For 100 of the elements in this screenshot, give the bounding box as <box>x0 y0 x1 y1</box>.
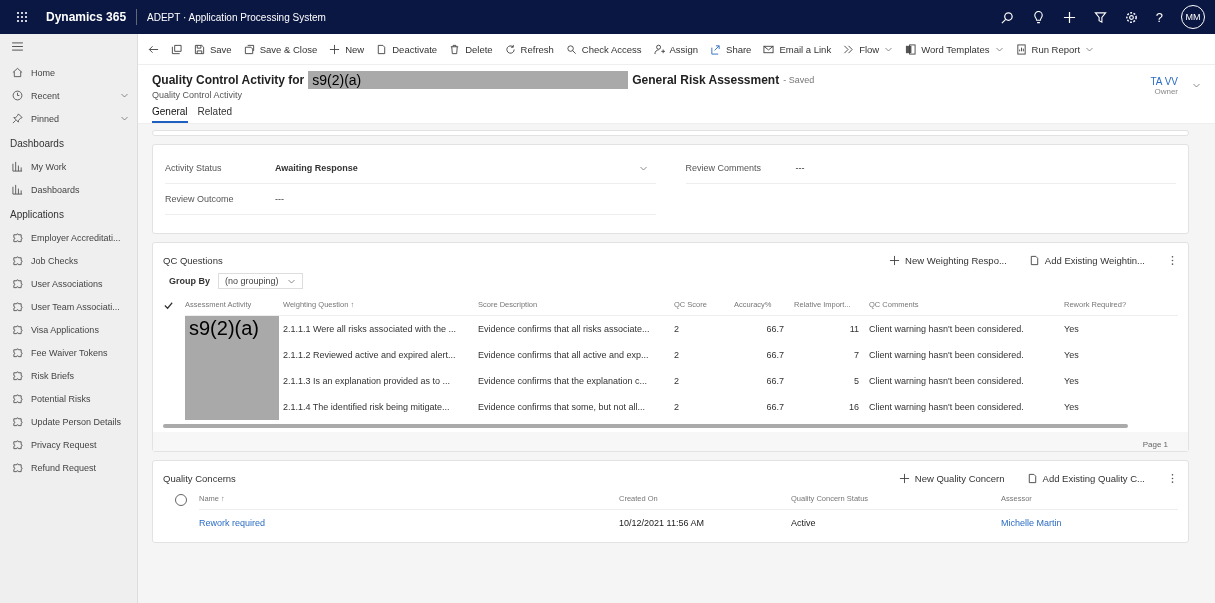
plus-icon <box>329 43 341 55</box>
table-cell-text: 66.7 <box>765 401 785 414</box>
sidebar-item[interactable]: Visa Applications <box>8 318 137 341</box>
sidebar-item-label: Employer Accreditati... <box>31 232 122 243</box>
command-button[interactable]: Email a Link <box>763 41 832 57</box>
command-button[interactable]: New Quality Concern <box>898 470 1005 486</box>
table-cell-text: 66.7 <box>765 375 785 388</box>
sidebar-item-label: Privacy Request <box>31 439 98 450</box>
sidebar-item[interactable]: Recent <box>8 84 137 107</box>
sidebar-item[interactable]: Fee Waiver Tokens <box>8 341 137 364</box>
field-label: Review Comments <box>685 163 763 173</box>
sidebar-item[interactable]: Home <box>8 61 137 84</box>
table-cell-text: Client warning hasn't been considered. <box>869 349 1025 362</box>
puzzle-icon <box>12 232 23 243</box>
command-button[interactable]: New <box>329 41 365 57</box>
sidebar-item[interactable]: Update Person Details <box>8 410 137 433</box>
puzzle-icon <box>12 278 23 289</box>
home-icon <box>12 67 23 78</box>
magnifier-icon <box>565 43 577 55</box>
sidebar-item[interactable]: Job Checks <box>8 249 137 272</box>
sidebar-item-label: Dashboards <box>31 184 81 195</box>
command-button[interactable]: Word Templates <box>905 41 1004 57</box>
sidebar-item[interactable]: Risk Briefs <box>8 364 137 387</box>
assessor-link[interactable]: Michelle Martin <box>1001 510 1178 536</box>
lightbulb-icon[interactable] <box>1031 10 1045 24</box>
refresh-icon <box>504 43 516 55</box>
field-label: Activity Status <box>165 163 223 173</box>
sidebar-item-label: Fee Waiver Tokens <box>31 347 109 358</box>
popout-icon[interactable] <box>171 43 182 55</box>
user-avatar[interactable]: MM <box>1181 5 1205 29</box>
text-field[interactable]: --- <box>275 194 656 204</box>
sidebar-item[interactable]: My Work <box>8 155 137 178</box>
report-icon <box>1015 43 1027 55</box>
command-button[interactable]: Refresh <box>504 41 554 57</box>
sidebar-item-label: Recent <box>31 90 61 101</box>
table-cell-text: Client warning hasn't been considered. <box>869 323 1025 336</box>
command-button[interactable]: Share <box>710 41 752 57</box>
puzzle-icon <box>12 462 23 473</box>
command-button[interactable]: Add Existing Weightin... <box>1028 252 1145 268</box>
command-button[interactable]: Run Report <box>1015 41 1095 57</box>
trash-icon <box>449 43 461 55</box>
save-status: - Saved <box>783 75 815 85</box>
command-button[interactable]: Flow <box>843 41 894 57</box>
command-button[interactable]: Check Access <box>565 41 642 57</box>
puzzle-icon <box>12 255 23 266</box>
sidebar-item[interactable]: User Team Associati... <box>8 295 137 318</box>
table-cell-text: Evidence confirms that all active and exp... <box>478 349 650 362</box>
plus-icon <box>889 254 901 266</box>
sidebar-item[interactable]: User Associations <box>8 272 137 295</box>
pin-icon <box>12 113 23 124</box>
chevron-down-icon <box>120 91 129 100</box>
sidebar-item[interactable]: Refund Request <box>8 456 137 479</box>
app-launcher-icon[interactable] <box>16 11 28 23</box>
sidebar-item[interactable]: Privacy Request <box>8 433 137 456</box>
document-icon <box>1026 472 1038 484</box>
command-button[interactable]: Delete <box>449 41 493 57</box>
sidebar-item[interactable]: Pinned <box>8 107 137 130</box>
owner-link[interactable]: TA VV <box>1150 75 1178 87</box>
sidebar-item[interactable]: Potential Risks <box>8 387 137 410</box>
back-arrow-icon[interactable] <box>148 43 159 55</box>
puzzle-icon <box>12 301 23 312</box>
section-title: QC Questions <box>163 254 223 266</box>
command-button[interactable]: Deactivate <box>376 41 438 57</box>
sidebar-item-label: Update Person Details <box>31 416 123 427</box>
table-cell-text: 2.1.1.2 Reviewed active and expired alert... <box>283 349 457 362</box>
tab[interactable]: Related <box>197 104 233 123</box>
section-title: Quality Concerns <box>163 472 236 484</box>
command-button[interactable]: New Weighting Respo... <box>889 252 1007 268</box>
search-icon[interactable] <box>1000 10 1014 24</box>
table-cell-text: Client warning hasn't been considered. <box>869 401 1025 414</box>
plus-icon[interactable] <box>1062 10 1076 24</box>
settings-icon[interactable] <box>1124 10 1138 24</box>
app-name[interactable]: Dynamics 365 <box>46 10 127 24</box>
table-cell-text: Evidence confirms that some, but not all... <box>478 401 647 414</box>
table-cell-text: Yes <box>1064 323 1080 336</box>
record-link[interactable]: Rework required <box>199 510 619 536</box>
table-cell-text: Yes <box>1064 401 1080 414</box>
table-cell-text: Active <box>791 517 817 530</box>
help-button[interactable]: ? <box>1155 9 1163 25</box>
command-button[interactable]: Save & Close <box>243 41 318 57</box>
page-indicator: Page 1 <box>1142 440 1168 449</box>
command-button[interactable]: Save <box>194 41 232 57</box>
horizontal-scrollbar[interactable] <box>163 424 1128 428</box>
sidebar-item-label: Job Checks <box>31 255 80 266</box>
sidebar-item[interactable]: Employer Accreditati... <box>8 226 137 249</box>
table-cell-text: 2.1.1.4 The identified risk being mitigate... <box>283 401 451 414</box>
menu-icon[interactable] <box>12 42 23 51</box>
chevron-down-icon <box>120 114 129 123</box>
command-button[interactable]: Assign <box>653 41 699 57</box>
group-by-dropdown[interactable]: (no grouping) <box>218 273 303 289</box>
table-cell-text: Evidence confirms that all risks associate... <box>478 323 651 336</box>
check-icon[interactable] <box>163 300 174 311</box>
command-button[interactable]: Add Existing Quality C... <box>1026 470 1145 486</box>
sidebar-item[interactable]: Dashboards <box>8 178 137 201</box>
filter-icon[interactable] <box>1093 10 1107 24</box>
redaction-block: s9(2)(a) <box>308 71 629 89</box>
text-field[interactable]: --- <box>795 163 1176 173</box>
dropdown-field[interactable]: Awaiting Response <box>275 163 656 173</box>
share-icon <box>710 43 722 55</box>
sidebar-item-label: Pinned <box>31 113 61 124</box>
